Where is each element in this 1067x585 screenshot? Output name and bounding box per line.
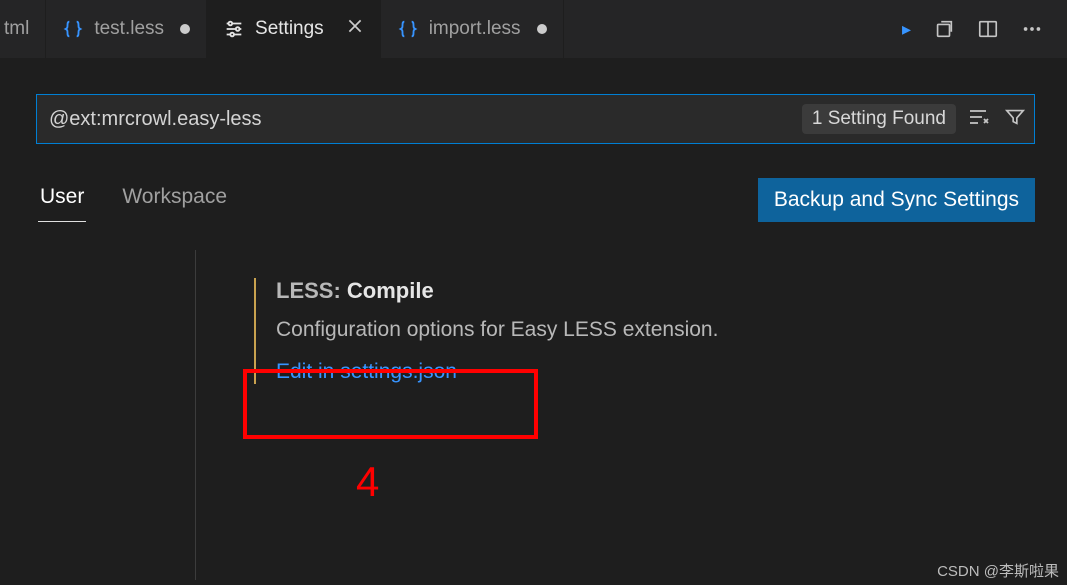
setting-item-less-compile: LESS: Compile Configuration options for … [254,278,1035,384]
settings-list: LESS: Compile Configuration options for … [196,250,1035,580]
edit-in-settings-json-link[interactable]: Edit in settings.json [276,360,457,384]
tab-settings[interactable]: Settings [207,0,381,58]
setting-description: Configuration options for Easy LESS exte… [276,318,1035,342]
tab-label: import.less [429,18,521,40]
backup-sync-button[interactable]: Backup and Sync Settings [758,178,1035,222]
setting-name: Compile [347,278,434,303]
tab-html[interactable]: tml [0,0,46,58]
run-icon[interactable]: ▸ [902,19,911,40]
settings-tree [36,250,196,580]
setting-title: LESS: Compile [276,278,1035,304]
tab-label: tml [4,18,29,40]
setting-category: LESS: [276,278,347,303]
scope-user-tab[interactable]: User [38,179,86,222]
braces-icon [62,18,84,40]
filter-icon[interactable] [1004,106,1026,133]
dirty-indicator-icon [180,24,190,34]
settings-search-input[interactable] [49,108,802,131]
open-json-icon[interactable] [933,18,955,40]
split-editor-icon[interactable] [977,18,999,40]
tab-label: test.less [94,18,164,40]
more-icon[interactable] [1021,18,1043,40]
clear-filter-icon[interactable] [966,105,990,134]
tab-test-less[interactable]: test.less [46,0,207,58]
close-icon[interactable] [346,17,364,41]
watermark: CSDN @李斯啦果 [937,560,1059,581]
annotation-number: 4 [356,458,379,506]
tab-import-less[interactable]: import.less [381,0,564,58]
dirty-indicator-icon [537,24,547,34]
tab-label: Settings [255,18,324,40]
results-count-badge: 1 Setting Found [802,104,956,134]
scope-tabs: User Workspace Backup and Sync Settings [36,178,1035,222]
editor-actions: ▸ [878,0,1067,58]
tab-bar: tml test.less Settings import.less ▸ [0,0,1067,58]
braces-icon [397,18,419,40]
scope-workspace-tab[interactable]: Workspace [120,179,229,221]
settings-editor: 1 Setting Found User Workspace Backup an… [0,58,1067,580]
sliders-icon [223,18,245,40]
settings-search: 1 Setting Found [36,94,1035,144]
